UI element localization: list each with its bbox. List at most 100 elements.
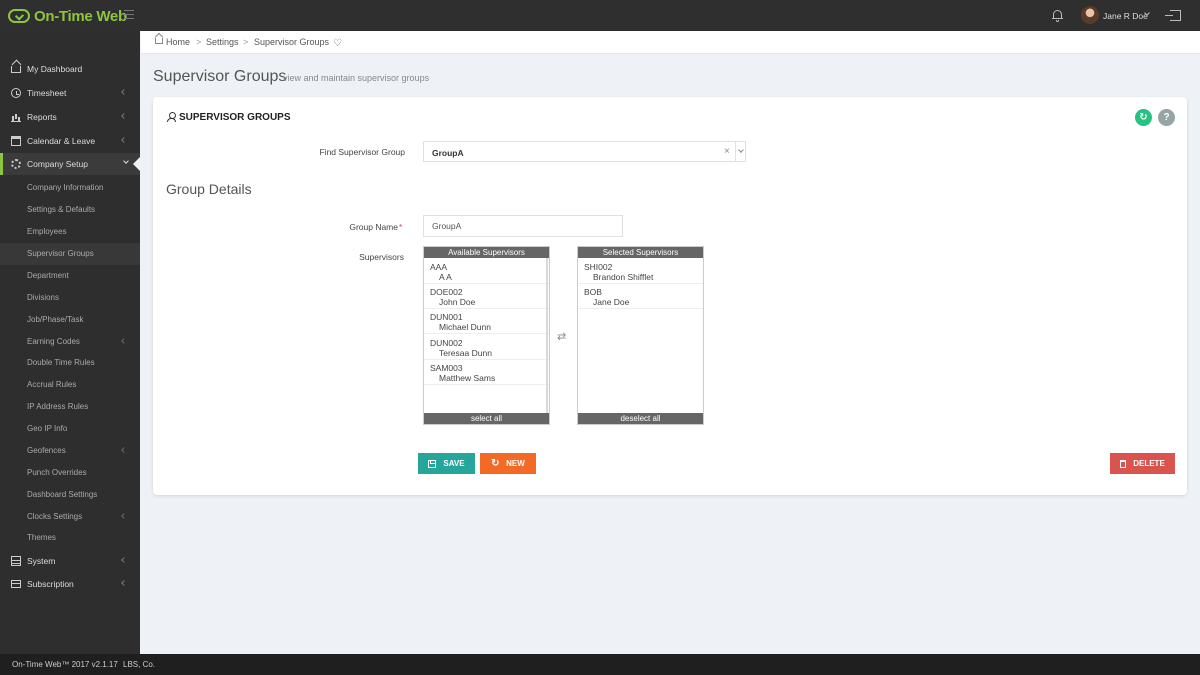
sidebar-item-label: Reports [27, 112, 57, 122]
floppy-disk-icon [428, 459, 437, 468]
sidebar-subitem-department[interactable]: Department [0, 265, 140, 287]
list-item[interactable]: BOB Jane Doe [578, 284, 703, 309]
sidebar-item-calendar-leave[interactable]: Calendar & Leave [0, 130, 140, 152]
server-icon [11, 556, 21, 566]
supervisor-code: DOE002 [430, 287, 463, 297]
sidebar-subitem-label: Double Time Rules [27, 358, 95, 367]
list-item[interactable]: AAA A A [424, 259, 549, 284]
supervisor-code: DUN002 [430, 338, 463, 348]
supervisor-name: Jane Doe [593, 297, 630, 307]
chevron-left-icon [121, 557, 127, 563]
chevron-left-icon [121, 137, 127, 143]
save-button[interactable]: SAVE [418, 453, 475, 474]
sidebar-item-my-dashboard[interactable]: My Dashboard [0, 58, 140, 80]
sidebar-item-subscription[interactable]: Subscription [0, 573, 140, 595]
sidebar-subitem-settings-defaults[interactable]: Settings & Defaults [0, 199, 140, 221]
sidebar-item-system[interactable]: System [0, 550, 140, 572]
find-group-select[interactable]: GroupA × [423, 141, 746, 162]
sidebar-subitem-geo-ip-info[interactable]: Geo IP Info [0, 418, 140, 440]
sidebar-subitem-company-information[interactable]: Company Information [0, 177, 140, 199]
deselect-all-button[interactable]: deselect all [578, 413, 703, 424]
new-button[interactable]: ↻ NEW [480, 453, 536, 474]
sidebar-subitem-label: Department [27, 271, 69, 280]
heart-icon[interactable]: ♡ [333, 38, 342, 49]
refresh-icon[interactable]: ↻ [1135, 109, 1152, 126]
chevron-left-icon [121, 447, 127, 453]
group-name-input[interactable] [423, 215, 623, 237]
sidebar-item-timesheet[interactable]: Timesheet [0, 82, 140, 104]
list-item[interactable]: DOE002 John Doe [424, 284, 549, 309]
sidebar-subitem-employees[interactable]: Employees [0, 221, 140, 243]
sidebar-item-label: Timesheet [27, 88, 67, 98]
credit-card-icon [11, 580, 21, 588]
supervisor-code: BOB [584, 287, 602, 297]
list-item[interactable]: DUN001 Michael Dunn [424, 309, 549, 334]
sidebar-subitem-double-time-rules[interactable]: Double Time Rules [0, 352, 140, 374]
sidebar-subitem-label: Employees [27, 227, 67, 236]
delete-button[interactable]: DELETE [1110, 453, 1175, 474]
transfer-icon: ⇄ [557, 331, 567, 343]
app-logo[interactable]: On-Time Web [8, 7, 127, 25]
list-item[interactable]: SAM003 Matthew Sams [424, 360, 549, 385]
group-details-title: Group Details [166, 181, 252, 197]
sidebar-item-label: Subscription [27, 579, 74, 589]
sidebar-subitem-ip-address-rules[interactable]: IP Address Rules [0, 396, 140, 418]
sidebar-subitem-clocks-settings[interactable]: Clocks Settings [0, 506, 140, 528]
supervisor-name: Matthew Sams [439, 373, 496, 383]
supervisor-name: John Doe [439, 297, 476, 307]
selected-supervisors-list[interactable]: Selected Supervisors SHI002 Brandon Shif… [577, 246, 704, 425]
sidebar-subitem-label: Divisions [27, 293, 60, 302]
sidebar-item-reports[interactable]: Reports [0, 106, 140, 128]
selected-supervisors-header: Selected Supervisors [578, 247, 703, 258]
list-item[interactable]: SHI002 Brandon Shifflet [578, 259, 703, 284]
breadcrumb-settings[interactable]: Settings [206, 37, 239, 47]
footer-product: On-Time Web™ 2017 v2.1.17 [12, 660, 118, 669]
sidebar-item-label: Calendar & Leave [27, 136, 96, 146]
clear-icon[interactable]: × [724, 146, 730, 157]
sidebar-subitem-themes[interactable]: Themes [0, 527, 140, 549]
help-icon[interactable]: ? [1158, 109, 1175, 126]
chevron-left-icon [121, 113, 127, 119]
footer: On-Time Web™ 2017 v2.1.17 LBS, Co. [0, 654, 1200, 675]
sidebar-subitem-supervisor-groups[interactable]: Supervisor Groups [0, 243, 140, 265]
sidebar-subitem-earning-codes[interactable]: Earning Codes [0, 331, 140, 353]
delete-button-label: DELETE [1133, 459, 1165, 468]
avatar[interactable] [1081, 6, 1099, 24]
supervisor-code: SAM003 [430, 363, 463, 373]
sidebar-subitem-divisions[interactable]: Divisions [0, 287, 140, 309]
new-button-label: NEW [506, 459, 525, 468]
select-divider [735, 142, 736, 161]
sidebar-subitem-label: Geofences [27, 446, 66, 455]
panel-title: SUPERVISOR GROUPS [179, 112, 291, 123]
supervisor-code: SHI002 [584, 262, 613, 272]
sidebar-subitem-label: Supervisor Groups [27, 249, 94, 258]
scrollbar[interactable] [546, 258, 548, 413]
select-all-button[interactable]: select all [424, 413, 549, 424]
clock-icon [11, 88, 21, 98]
sidebar-subitem-punch-overrides[interactable]: Punch Overrides [0, 462, 140, 484]
available-supervisors-list[interactable]: Available Supervisors AAA A A DOE002 Joh… [423, 246, 550, 425]
trash-icon [1120, 459, 1127, 468]
breadcrumb-home[interactable]: Home [166, 37, 190, 47]
logout-icon[interactable] [1165, 10, 1181, 21]
sidebar-subitem-label: Punch Overrides [27, 468, 87, 477]
menu-toggle-icon[interactable] [124, 10, 134, 19]
page-subtitle: view and maintain supervisor groups [283, 73, 430, 83]
select-value: GroupA [432, 148, 464, 158]
sidebar-item-company-setup[interactable]: Company Setup [0, 153, 140, 175]
sidebar-subitem-job-phase-task[interactable]: Job/Phase/Task [0, 309, 140, 331]
supervisor-code: DUN001 [430, 312, 463, 322]
sidebar-subitem-dashboard-settings[interactable]: Dashboard Settings [0, 484, 140, 506]
home-icon[interactable] [155, 38, 163, 44]
save-button-label: SAVE [443, 459, 465, 468]
chevron-down-icon[interactable] [738, 147, 744, 153]
sidebar-subitem-geofences[interactable]: Geofences [0, 440, 140, 462]
supervisors-label: Supervisors [359, 252, 404, 262]
sidebar-subitem-label: Accrual Rules [27, 380, 77, 389]
bar-chart-icon [11, 112, 21, 122]
bell-icon[interactable] [1052, 9, 1063, 22]
sidebar-subitem-accrual-rules[interactable]: Accrual Rules [0, 374, 140, 396]
list-item[interactable]: DUN002 Teresaa Dunn [424, 335, 549, 360]
chevron-left-icon [121, 89, 127, 95]
user-name[interactable]: Jane R Doe [1103, 11, 1148, 21]
